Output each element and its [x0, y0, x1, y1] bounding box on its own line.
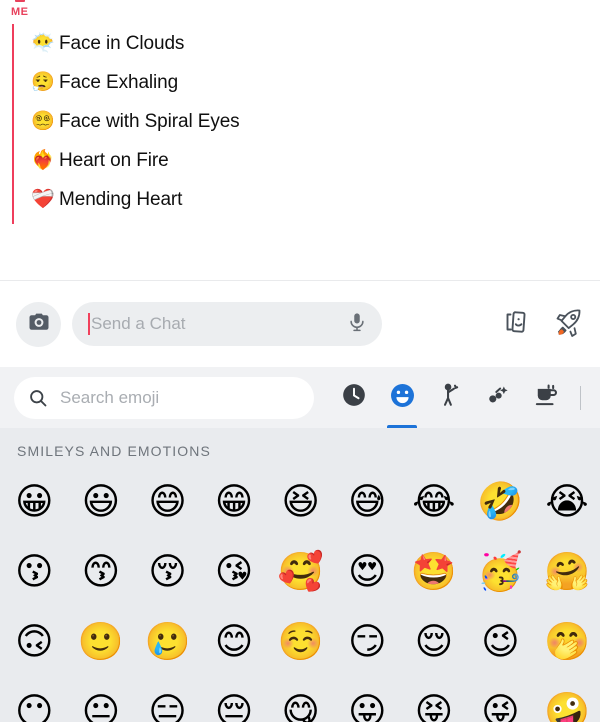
emoji-button[interactable]: 😍 [334, 536, 401, 606]
tab-divider [580, 385, 581, 410]
chat-input[interactable]: Send a Chat [72, 302, 382, 346]
tab-food[interactable] [522, 367, 570, 428]
emoji-button[interactable]: 🥳 [467, 536, 534, 606]
coffee-cup-icon [533, 382, 559, 413]
tab-people[interactable] [426, 367, 474, 428]
emoji-button[interactable]: 😂 [401, 466, 468, 536]
mending-heart-emoji: ❤️‍🩹 [31, 188, 55, 210]
tab-smileys[interactable] [378, 367, 426, 428]
chat-input-placeholder: Send a Chat [91, 314, 186, 333]
chat-input-bar: Send a Chat [0, 281, 600, 367]
rocket-icon [552, 305, 586, 344]
tab-nature[interactable] [474, 367, 522, 428]
chatbar-actions [498, 307, 586, 341]
category-tabs [330, 367, 581, 428]
face-with-spiral-eyes-emoji: 😵‍💫 [31, 110, 55, 132]
search-input[interactable]: Search emoji [14, 376, 314, 419]
emoji-grid: 😀 😃 😄 😁 😆 😅 😂 🤣 😭 😗 😙 😚 😘 🥰 😍 🤩 🥳 🤗 🙃 🙂 … [0, 466, 600, 722]
flower-icon [485, 382, 511, 413]
picker-toolbar: Search emoji [0, 367, 600, 428]
emoji-button[interactable]: 😚 [134, 536, 201, 606]
emoji-button[interactable]: 😗 [1, 536, 68, 606]
stickers-icon [499, 306, 531, 343]
emoji-button[interactable]: ☺️ [267, 606, 334, 676]
emoji-button[interactable]: 🥰 [267, 536, 334, 606]
emoji-button[interactable]: 😄 [134, 466, 201, 536]
message-group: 😶‍🌫️ Face in Clouds 😮‍💨 Face Exhaling 😵‍… [12, 24, 240, 224]
emoji-button[interactable]: 😋 [267, 676, 334, 722]
message-text: Mending Heart [59, 188, 183, 210]
emoji-button[interactable]: 😌 [401, 606, 468, 676]
message-row[interactable]: ❤️‍🩹 Mending Heart [27, 180, 240, 219]
emoji-button[interactable]: 😭 [534, 466, 600, 536]
emoji-button[interactable]: 😶 [1, 676, 68, 722]
emoji-button[interactable]: 😘 [201, 536, 268, 606]
emoji-button[interactable]: 😐 [68, 676, 135, 722]
emoji-button[interactable]: 😃 [68, 466, 135, 536]
emoji-button[interactable]: 🤭 [534, 606, 600, 676]
emoji-picker-screen: ME 😶‍🌫️ Face in Clouds 😮‍💨 Face Exhaling… [0, 0, 600, 722]
message-row[interactable]: ❤️‍🔥 Heart on Fire [27, 141, 240, 180]
emoji-button[interactable]: 😆 [267, 466, 334, 536]
face-exhaling-emoji: 😮‍💨 [31, 71, 55, 93]
emoji-button[interactable]: 🤩 [401, 536, 468, 606]
camera-button[interactable] [16, 301, 61, 347]
message-text: Heart on Fire [59, 149, 169, 171]
search-input-placeholder: Search emoji [60, 387, 160, 407]
emoji-button[interactable]: 😅 [334, 466, 401, 536]
emoji-button[interactable]: 😊 [201, 606, 268, 676]
smiley-icon [389, 382, 416, 414]
emoji-button[interactable]: 🙂 [68, 606, 135, 676]
emoji-button[interactable]: 🙃 [1, 606, 68, 676]
emoji-button[interactable]: 🤣 [467, 466, 534, 536]
microphone-icon [346, 311, 368, 338]
message-text: Face in Clouds [59, 32, 185, 54]
message-row[interactable]: 😵‍💫 Face with Spiral Eyes [27, 102, 240, 141]
emoji-button[interactable]: 😉 [467, 606, 534, 676]
text-cursor [88, 313, 90, 335]
emoji-button[interactable]: 😏 [334, 606, 401, 676]
camera-icon [27, 310, 51, 339]
tab-recent[interactable] [330, 367, 378, 428]
rocket-button[interactable] [552, 307, 586, 341]
stickers-button[interactable] [498, 307, 532, 341]
search-icon [28, 388, 48, 408]
emoji-button[interactable]: 😜 [467, 676, 534, 722]
person-waving-icon [437, 382, 463, 413]
heart-on-fire-emoji: ❤️‍🔥 [31, 149, 55, 171]
emoji-picker: Search emoji SMILEYS AND EMOTIONS 😀 😃 😄 … [0, 367, 600, 722]
emoji-button[interactable]: 🤗 [534, 536, 600, 606]
emoji-button[interactable]: 😙 [68, 536, 135, 606]
emoji-button[interactable]: 😁 [201, 466, 268, 536]
active-tab-indicator [387, 425, 417, 428]
emoji-button[interactable]: 😑 [134, 676, 201, 722]
microphone-button[interactable] [344, 311, 370, 337]
message-row[interactable]: 😮‍💨 Face Exhaling [27, 63, 240, 102]
message-text: Face with Spiral Eyes [59, 110, 240, 132]
emoji-button[interactable]: 😛 [334, 676, 401, 722]
emoji-button[interactable]: 😔 [201, 676, 268, 722]
section-title: SMILEYS AND EMOTIONS [17, 443, 211, 459]
emoji-button[interactable]: 🤪 [534, 676, 600, 722]
conversation-pane: ME 😶‍🌫️ Face in Clouds 😮‍💨 Face Exhaling… [0, 0, 600, 281]
clock-icon [341, 382, 367, 413]
message-text: Face Exhaling [59, 71, 179, 93]
emoji-button[interactable]: 🥲 [134, 606, 201, 676]
emoji-button[interactable]: 😀 [1, 466, 68, 536]
emoji-button[interactable]: 😝 [401, 676, 468, 722]
sender-tail [15, 0, 25, 2]
message-row[interactable]: 😶‍🌫️ Face in Clouds [27, 24, 240, 63]
sender-label: ME [11, 6, 29, 18]
face-in-clouds-emoji: 😶‍🌫️ [31, 32, 55, 54]
